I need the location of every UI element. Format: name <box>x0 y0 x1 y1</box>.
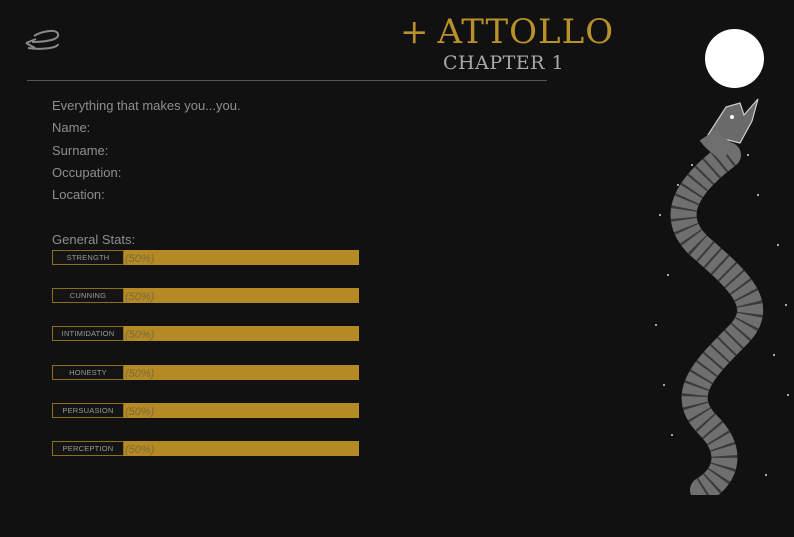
stat-percent: (50%) <box>125 368 155 380</box>
stat-label: PERCEPTION <box>52 441 124 456</box>
occupation-field: Occupation: <box>52 164 122 180</box>
stat-perception: PERCEPTION (50%) <box>52 441 360 458</box>
stat-percent: (50%) <box>125 406 155 418</box>
name-field: Name: <box>52 120 91 136</box>
stat-strength: STRENGTH (50%) <box>52 250 360 267</box>
back-arrow-icon[interactable] <box>24 26 64 56</box>
profile-section: Everything that makes you...you. Name: S… <box>52 98 241 209</box>
stat-label: CUNNING <box>52 288 124 303</box>
surname-field: Surname: <box>52 142 109 158</box>
location-field: Location: <box>52 187 105 203</box>
stat-label: PERSUASION <box>52 403 124 418</box>
stats-heading: General Stats: <box>52 232 136 247</box>
stat-label: INTIMIDATION <box>52 326 124 341</box>
header-divider <box>27 80 547 81</box>
chapter-label: CHAPTER 1 <box>443 52 565 74</box>
snake-illustration <box>648 95 794 503</box>
stat-percent: (50%) <box>125 253 155 265</box>
stat-percent: (50%) <box>125 291 155 303</box>
stat-label: STRENGTH <box>52 250 124 265</box>
game-title: + ATTOLLO <box>400 12 615 52</box>
profile-intro: Everything that makes you...you. <box>52 98 241 113</box>
stat-intimidation: INTIMIDATION (50%) <box>52 326 360 343</box>
moon-icon <box>705 29 764 88</box>
stat-percent: (50%) <box>125 444 155 456</box>
stat-cunning: CUNNING (50%) <box>52 288 360 305</box>
stat-persuasion: PERSUASION (50%) <box>52 403 360 420</box>
stat-percent: (50%) <box>125 329 155 341</box>
stat-label: HONESTY <box>52 365 124 380</box>
stat-honesty: HONESTY (50%) <box>52 365 360 382</box>
